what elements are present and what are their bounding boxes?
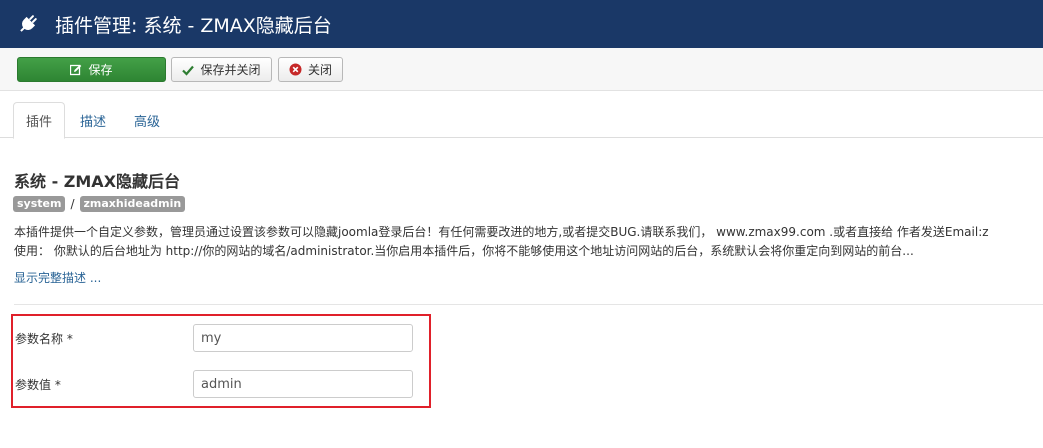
- plugin-title: 系统 - ZMAX隐藏后台: [14, 172, 181, 191]
- toolbar: 保存 保存并关闭 关闭: [0, 48, 1043, 91]
- plugin-badges: system / zmaxhideadmin: [13, 196, 186, 212]
- close-circle-icon: [289, 63, 302, 76]
- show-full-description-link[interactable]: 显示完整描述 ...: [14, 269, 101, 286]
- save-close-button-label: 保存并关闭: [200, 63, 261, 77]
- save-button-label: 保存: [88, 63, 113, 77]
- param-value-input[interactable]: [193, 370, 413, 398]
- param-value-label: 参数值 *: [15, 378, 61, 392]
- save-button[interactable]: 保存: [17, 57, 166, 82]
- tab-plugin[interactable]: 插件: [13, 102, 65, 139]
- check-icon: [182, 64, 195, 76]
- tab-bar: 插件 描述 高级: [0, 100, 1043, 139]
- plug-icon: [17, 13, 39, 35]
- tab-advanced[interactable]: 高级: [122, 102, 172, 138]
- badge-group: system: [13, 196, 66, 212]
- param-name-label: 参数名称 *: [15, 332, 73, 346]
- close-button-label: 关闭: [307, 63, 332, 77]
- plugin-description-line1: 本插件提供一个自定义参数，管理员通过设置该参数可以隐藏joomla登录后台！有任…: [14, 225, 989, 239]
- plugin-description-line2: 使用： 你默认的后台地址为 http://你的网站的域名/administrat…: [14, 244, 914, 258]
- divider: [14, 304, 1043, 305]
- badge-element: zmaxhideadmin: [79, 196, 186, 212]
- edit-icon: [70, 64, 82, 76]
- page-header: 插件管理: 系统 - ZMAX隐藏后台: [0, 0, 1043, 48]
- page-title: 插件管理: 系统 - ZMAX隐藏后台: [55, 14, 332, 37]
- tab-description[interactable]: 描述: [66, 102, 120, 138]
- badge-separator: /: [70, 197, 75, 211]
- param-name-input[interactable]: [193, 324, 413, 352]
- save-close-button[interactable]: 保存并关闭: [171, 57, 272, 82]
- close-button[interactable]: 关闭: [278, 57, 343, 82]
